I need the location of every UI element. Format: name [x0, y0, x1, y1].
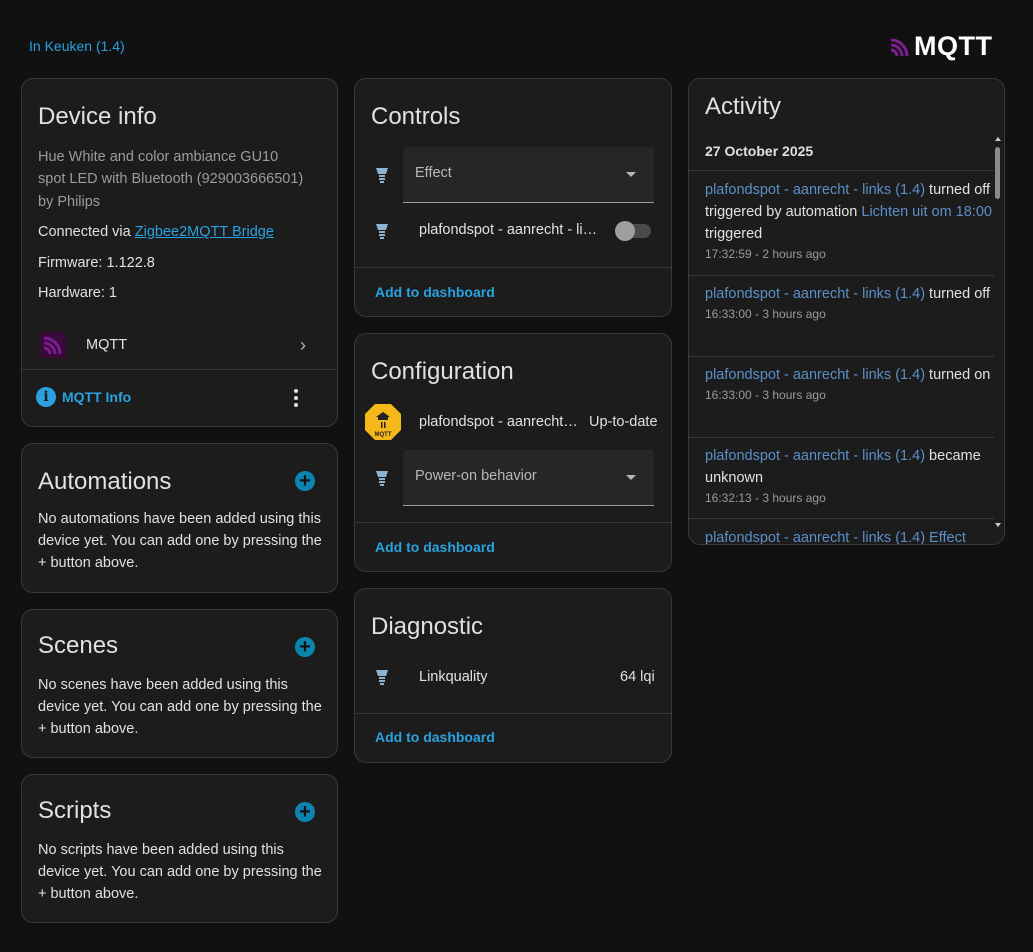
activity-timestamp: 16:33:00 - 3 hours ago	[705, 307, 826, 321]
device-info-divider	[22, 369, 337, 370]
more-options-icon[interactable]	[294, 389, 298, 407]
power-on-behavior-select[interactable]: Power-on behavior	[403, 450, 654, 506]
controls-title: Controls	[371, 103, 461, 130]
mqtt-info-label: MQTT Info	[62, 389, 132, 405]
caret-down-icon	[626, 475, 636, 480]
scroll-down-arrow-icon[interactable]	[995, 523, 1001, 527]
scrollbar-thumb[interactable]	[995, 147, 1000, 199]
configuration-add-to-dashboard[interactable]: Add to dashboard	[375, 539, 495, 555]
scenes-title: Scenes	[38, 632, 119, 659]
activity-entity-link[interactable]: plafondspot - aanrecht - links (1.4)	[705, 367, 925, 383]
scripts-empty-text: No scripts have been added using this de…	[38, 842, 322, 902]
hardware-version: Hardware: 1	[38, 285, 117, 301]
scroll-up-arrow-icon[interactable]	[995, 137, 1001, 141]
activity-entry: plafondspot - aanrecht - links (1.4) tur…	[705, 283, 994, 323]
mqtt-brand-logo: MQTT	[889, 31, 992, 62]
activity-scrollbar[interactable]	[994, 135, 1002, 531]
effect-select-label: Effect	[415, 165, 452, 181]
activity-entry: plafondspot - aanrecht - links (1.4) tur…	[705, 364, 994, 404]
brand-name: MQTT	[914, 31, 993, 61]
connected-via: Connected via Zigbee2MQTT Bridge	[38, 221, 274, 243]
diagnostic-title: Diagnostic	[371, 613, 484, 640]
activity-entity-link[interactable]: plafondspot - aanrecht - links (1.4)	[705, 448, 925, 464]
activity-title: Activity	[705, 93, 782, 120]
activity-entity-link[interactable]: plafondspot - aanrecht - links (1.4)	[705, 286, 925, 302]
integration-label: MQTT	[86, 337, 128, 353]
controls-divider	[355, 267, 671, 268]
mqtt-integration-icon	[40, 332, 66, 358]
automations-title: Automations	[38, 468, 172, 495]
activity-divider	[689, 437, 994, 438]
spotlight-icon	[376, 224, 388, 239]
bridge-link[interactable]: Zigbee2MQTT Bridge	[135, 224, 274, 240]
activity-timestamp: 16:33:00 - 3 hours ago	[705, 388, 826, 402]
diagnostic-divider	[355, 713, 671, 714]
info-icon: i	[36, 387, 56, 407]
activity-text: turned on	[925, 367, 991, 383]
configuration-card: Configuration MQTT plafondspot - aanrech…	[354, 333, 672, 572]
configuration-divider	[355, 522, 671, 523]
activity-entry: plafondspot - aanrecht - links (1.4) bec…	[705, 445, 994, 507]
activity-date-header: 27 October 2025	[705, 143, 814, 159]
activity-divider	[689, 356, 994, 357]
update-badge-icon: MQTT	[365, 404, 401, 440]
add-script-button[interactable]: +	[295, 802, 315, 822]
light-switch-label[interactable]: plafondspot - aanrecht - links (1.4)	[419, 222, 601, 238]
activity-divider	[689, 170, 994, 171]
connected-via-label: Connected via	[38, 224, 135, 240]
caret-down-icon	[626, 172, 636, 177]
integration-row[interactable]: MQTT ›	[22, 327, 337, 363]
effect-select[interactable]: Effect	[403, 147, 654, 203]
automations-empty-text: No automations have been added using thi…	[38, 511, 322, 571]
scenes-empty-text: No scenes have been added using this dev…	[38, 677, 322, 737]
automations-card: Automations + No automations have been a…	[21, 443, 338, 593]
configuration-title: Configuration	[371, 358, 514, 385]
diagnostic-card: Diagnostic Linkquality 64 lqi Add to das…	[354, 588, 672, 763]
device-manufacturer: by Philips	[38, 194, 101, 210]
mqtt-logo-icon	[889, 35, 911, 58]
activity-text: turned off	[925, 286, 991, 302]
activity-trigger-link[interactable]: Lichten uit om 18:00	[861, 204, 992, 220]
spotlight-icon	[376, 168, 388, 183]
scripts-title: Scripts	[38, 797, 112, 824]
area-breadcrumb-link[interactable]: In Keuken (1.4)	[29, 38, 125, 54]
activity-entity-link[interactable]: plafondspot - aanrecht - links (1.4) Eff…	[705, 530, 966, 544]
activity-timestamp: 16:32:13 - 3 hours ago	[705, 491, 826, 505]
activity-suffix: triggered	[705, 226, 763, 242]
add-scene-button[interactable]: +	[295, 637, 315, 657]
svg-text:MQTT: MQTT	[375, 432, 392, 438]
activity-entry: plafondspot - aanrecht - links (1.4) Eff…	[705, 527, 994, 544]
activity-entry: plafondspot - aanrecht - links (1.4) tur…	[705, 179, 994, 263]
activity-divider	[689, 518, 994, 519]
light-toggle[interactable]	[615, 221, 651, 241]
linkquality-value: 64 lqi	[620, 669, 655, 685]
spotlight-icon	[376, 471, 388, 486]
scenes-card: Scenes + No scenes have been added using…	[21, 609, 338, 758]
linkquality-label[interactable]: Linkquality	[419, 669, 488, 685]
mqtt-info-button[interactable]: i MQTT Info	[36, 387, 131, 407]
activity-timestamp: 17:32:59 - 2 hours ago	[705, 247, 826, 261]
scripts-card: Scripts + No scripts have been added usi…	[21, 774, 338, 923]
firmware-update-label[interactable]: plafondspot - aanrecht - links (1.4)	[419, 414, 581, 430]
device-model: Hue White and color ambiance GU10 spot L…	[38, 149, 304, 187]
toggle-knob	[615, 221, 635, 241]
chevron-right-icon: ›	[300, 335, 306, 355]
power-on-behavior-label: Power-on behavior	[415, 468, 537, 484]
activity-card: Activity 27 October 2025 plafondspot - a…	[688, 78, 1005, 545]
device-info-card: Device info Hue White and color ambiance…	[21, 78, 338, 427]
controls-add-to-dashboard[interactable]: Add to dashboard	[375, 284, 495, 300]
diagnostic-add-to-dashboard[interactable]: Add to dashboard	[375, 729, 495, 745]
firmware-update-status: Up-to-date	[589, 414, 658, 430]
firmware-version: Firmware: 1.122.8	[38, 255, 155, 271]
add-automation-button[interactable]: +	[295, 471, 315, 491]
spotlight-icon	[376, 670, 388, 685]
device-info-title: Device info	[38, 103, 157, 130]
activity-entity-link[interactable]: plafondspot - aanrecht - links (1.4)	[705, 182, 925, 198]
activity-divider	[689, 275, 994, 276]
controls-card: Controls Effect plafondspot - aanrecht -…	[354, 78, 672, 317]
